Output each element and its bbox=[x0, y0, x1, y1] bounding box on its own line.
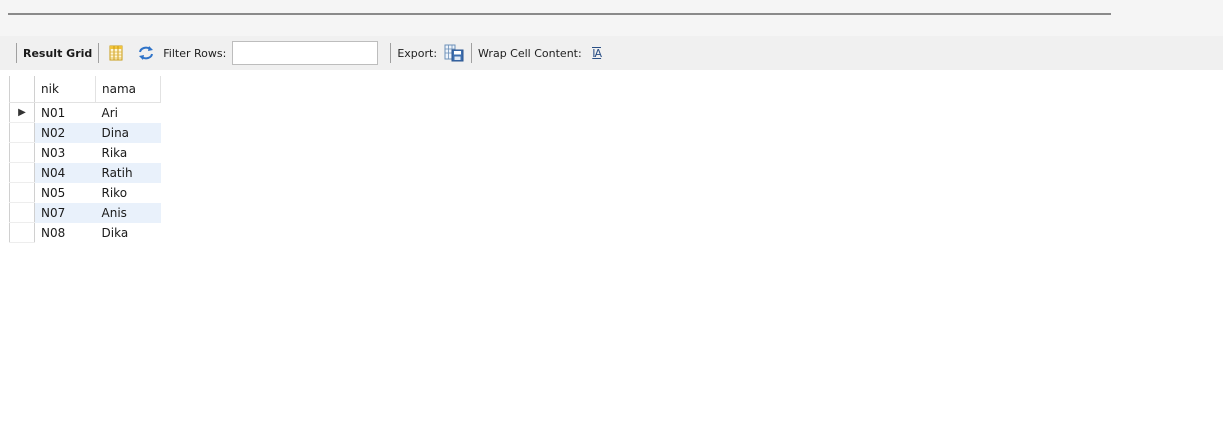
row-header[interactable] bbox=[9, 142, 35, 163]
cell-nik[interactable]: N07 bbox=[34, 202, 96, 223]
table-row[interactable]: N07 Anis bbox=[9, 202, 161, 223]
result-table: nik nama ▶ N01 Ari N02 Dina N03 Rika N04… bbox=[9, 76, 161, 243]
row-header[interactable] bbox=[9, 162, 35, 183]
wrap-text-icon[interactable]: IA bbox=[586, 42, 608, 64]
result-toolbar: Result Grid Filter Rows: Export: Wrap Ce… bbox=[0, 36, 1223, 70]
toolbar-separator bbox=[16, 43, 17, 63]
refresh-arrows-icon[interactable] bbox=[135, 42, 157, 64]
export-grid-save-icon[interactable] bbox=[443, 42, 465, 64]
cell-nik[interactable]: N01 bbox=[35, 103, 96, 123]
toolbar-separator bbox=[471, 43, 473, 63]
export-label: Export: bbox=[397, 46, 438, 60]
wrap-cell-content-label: Wrap Cell Content: bbox=[478, 46, 582, 60]
filter-rows-input[interactable] bbox=[232, 41, 379, 65]
toolbar-separator bbox=[98, 43, 100, 63]
row-header-corner[interactable] bbox=[9, 76, 35, 103]
table-row[interactable]: N04 Ratih bbox=[9, 162, 161, 183]
table-row[interactable]: N02 Dina bbox=[9, 122, 161, 143]
cell-nama[interactable]: Dina bbox=[95, 122, 161, 143]
cell-nama[interactable]: Ratih bbox=[95, 162, 161, 183]
cell-nama[interactable]: Anis bbox=[95, 202, 161, 223]
cell-nama[interactable]: Dika bbox=[96, 223, 161, 243]
grid-columns-icon[interactable] bbox=[105, 42, 127, 64]
panel-splitter[interactable] bbox=[8, 13, 1111, 15]
column-header-nama[interactable]: nama bbox=[95, 76, 161, 103]
table-row[interactable]: N05 Riko bbox=[9, 182, 161, 203]
cell-nama[interactable]: Ari bbox=[96, 103, 161, 123]
column-header-nik[interactable]: nik bbox=[34, 76, 96, 103]
editor-area bbox=[0, 0, 1223, 36]
wrap-icon-glyph: IA bbox=[592, 47, 602, 60]
row-header[interactable] bbox=[9, 202, 35, 223]
toolbar-separator bbox=[390, 43, 392, 63]
table-row[interactable]: ▶ N01 Ari bbox=[9, 102, 161, 123]
cell-nama[interactable]: Riko bbox=[96, 183, 161, 203]
result-grid-label[interactable]: Result Grid bbox=[23, 47, 92, 60]
cell-nik[interactable]: N04 bbox=[34, 162, 96, 183]
table-row[interactable]: N03 Rika bbox=[9, 142, 161, 163]
table-row[interactable]: N08 Dika bbox=[9, 222, 161, 243]
cell-nik[interactable]: N05 bbox=[35, 183, 96, 203]
result-grid: nik nama ▶ N01 Ari N02 Dina N03 Rika N04… bbox=[9, 76, 161, 243]
cell-nik[interactable]: N02 bbox=[34, 122, 96, 143]
cell-nik[interactable]: N08 bbox=[35, 223, 96, 243]
cell-nik[interactable]: N03 bbox=[35, 143, 96, 163]
current-row-indicator[interactable]: ▶ bbox=[9, 102, 35, 123]
row-header[interactable] bbox=[9, 182, 35, 203]
filter-rows-label: Filter Rows: bbox=[163, 46, 227, 60]
grid-header-row: nik nama bbox=[9, 76, 161, 103]
row-header[interactable] bbox=[9, 222, 35, 243]
cell-nama[interactable]: Rika bbox=[96, 143, 161, 163]
row-header[interactable] bbox=[9, 122, 35, 143]
